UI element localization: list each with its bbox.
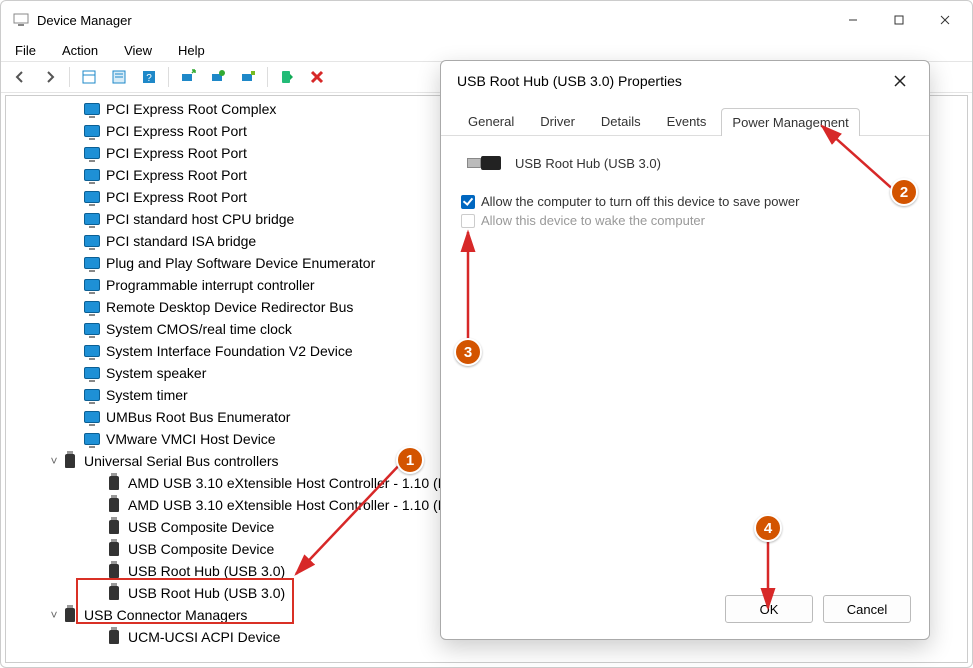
allow-turn-off-row[interactable]: Allow the computer to turn off this devi…: [461, 194, 909, 209]
device-icon: [106, 629, 122, 645]
device-header: USB Root Hub (USB 3.0): [461, 150, 909, 190]
tree-item-label: PCI Express Root Port: [106, 167, 247, 183]
tree-item-label: PCI Express Root Port: [106, 145, 247, 161]
device-icon: [106, 541, 122, 557]
dialog-title: USB Root Hub (USB 3.0) Properties: [457, 73, 881, 89]
tree-item-label: System CMOS/real time clock: [106, 321, 292, 337]
tree-item-label: PCI Express Root Port: [106, 123, 247, 139]
uninstall-device-button[interactable]: [304, 65, 330, 89]
properties-dialog: USB Root Hub (USB 3.0) Properties Genera…: [440, 60, 930, 640]
menu-action[interactable]: Action: [56, 41, 104, 60]
properties-button[interactable]: [106, 65, 132, 89]
menubar: File Action View Help: [1, 39, 972, 61]
tree-item-label: AMD USB 3.10 eXtensible Host Controller …: [128, 497, 459, 513]
back-button[interactable]: [7, 65, 33, 89]
device-icon: [84, 365, 100, 381]
minimize-button[interactable]: [830, 4, 876, 36]
tree-item-label: VMware VMCI Host Device: [106, 431, 276, 447]
allow-wake-checkbox: [461, 214, 475, 228]
annotation-badge-4: 4: [754, 514, 782, 542]
device-icon: [84, 233, 100, 249]
tree-item-label: PCI Express Root Port: [106, 189, 247, 205]
device-icon: [84, 167, 100, 183]
device-icon: [106, 519, 122, 535]
tree-item-label: System speaker: [106, 365, 206, 381]
device-icon: [84, 343, 100, 359]
dialog-close-button[interactable]: [881, 66, 919, 96]
tree-item-label: PCI standard host CPU bridge: [106, 211, 294, 227]
tree-item-label: System timer: [106, 387, 188, 403]
tree-item-label: Remote Desktop Device Redirector Bus: [106, 299, 353, 315]
update-driver-button[interactable]: [205, 65, 231, 89]
tree-item-label: UCM-UCSI ACPI Device: [128, 629, 280, 645]
close-button[interactable]: [922, 4, 968, 36]
allow-wake-label: Allow this device to wake the computer: [481, 213, 705, 228]
device-icon: [84, 409, 100, 425]
tree-item-label: USB Connector Managers: [84, 607, 247, 623]
tab-power-management[interactable]: Power Management: [721, 108, 859, 136]
enable-device-button[interactable]: [274, 65, 300, 89]
allow-turn-off-checkbox[interactable]: [461, 195, 475, 209]
annotation-badge-2: 2: [890, 178, 918, 206]
tree-item-label: System Interface Foundation V2 Device: [106, 343, 353, 359]
tree-item-label: Plug and Play Software Device Enumerator: [106, 255, 375, 271]
tree-item-label: USB Composite Device: [128, 519, 274, 535]
device-name: USB Root Hub (USB 3.0): [515, 156, 661, 171]
tree-item-label: Programmable interrupt controller: [106, 277, 315, 293]
menu-file[interactable]: File: [9, 41, 42, 60]
scan-button[interactable]: [175, 65, 201, 89]
app-icon: [13, 12, 29, 28]
dialog-titlebar: USB Root Hub (USB 3.0) Properties: [441, 61, 929, 101]
menu-view[interactable]: View: [118, 41, 158, 60]
device-icon: [84, 277, 100, 293]
dialog-tabs: General Driver Details Events Power Mana…: [441, 101, 929, 136]
device-icon: [84, 431, 100, 447]
device-icon: [62, 453, 78, 469]
device-icon: [84, 189, 100, 205]
expander-icon[interactable]: ˅: [46, 608, 62, 622]
allow-turn-off-label: Allow the computer to turn off this devi…: [481, 194, 799, 209]
annotation-badge-1: 1: [396, 446, 424, 474]
device-icon: [84, 255, 100, 271]
tab-events[interactable]: Events: [656, 107, 718, 135]
tab-driver[interactable]: Driver: [529, 107, 586, 135]
tree-item-label: PCI Express Root Complex: [106, 101, 276, 117]
usb-plug-icon: [467, 154, 503, 172]
add-driver-button[interactable]: [235, 65, 261, 89]
device-icon: [84, 123, 100, 139]
device-icon: [84, 299, 100, 315]
tree-item-label: UMBus Root Bus Enumerator: [106, 409, 290, 425]
help-button[interactable]: ?: [136, 65, 162, 89]
device-icon: [62, 607, 78, 623]
device-icon: [84, 101, 100, 117]
annotation-badge-3: 3: [454, 338, 482, 366]
device-icon: [106, 585, 122, 601]
tree-item-label: Universal Serial Bus controllers: [84, 453, 279, 469]
window-title: Device Manager: [37, 13, 830, 28]
show-hide-tree-button[interactable]: [76, 65, 102, 89]
tab-details[interactable]: Details: [590, 107, 652, 135]
tab-general[interactable]: General: [457, 107, 525, 135]
expander-icon[interactable]: ˅: [46, 454, 62, 468]
allow-wake-row: Allow this device to wake the computer: [461, 213, 909, 228]
device-icon: [84, 387, 100, 403]
device-icon: [106, 497, 122, 513]
device-icon: [84, 211, 100, 227]
device-icon: [106, 563, 122, 579]
maximize-button[interactable]: [876, 4, 922, 36]
tree-item-label: USB Composite Device: [128, 541, 274, 557]
forward-button[interactable]: [37, 65, 63, 89]
device-icon: [106, 475, 122, 491]
menu-help[interactable]: Help: [172, 41, 211, 60]
svg-text:?: ?: [146, 73, 152, 84]
cancel-button[interactable]: Cancel: [823, 595, 911, 623]
ok-button[interactable]: OK: [725, 595, 813, 623]
tree-item-label: USB Root Hub (USB 3.0): [128, 585, 285, 601]
tree-item-label: USB Root Hub (USB 3.0): [128, 563, 285, 579]
titlebar: Device Manager: [1, 1, 972, 39]
tree-item-label: PCI standard ISA bridge: [106, 233, 256, 249]
device-icon: [84, 145, 100, 161]
tree-item-label: AMD USB 3.10 eXtensible Host Controller …: [128, 475, 459, 491]
device-icon: [84, 321, 100, 337]
